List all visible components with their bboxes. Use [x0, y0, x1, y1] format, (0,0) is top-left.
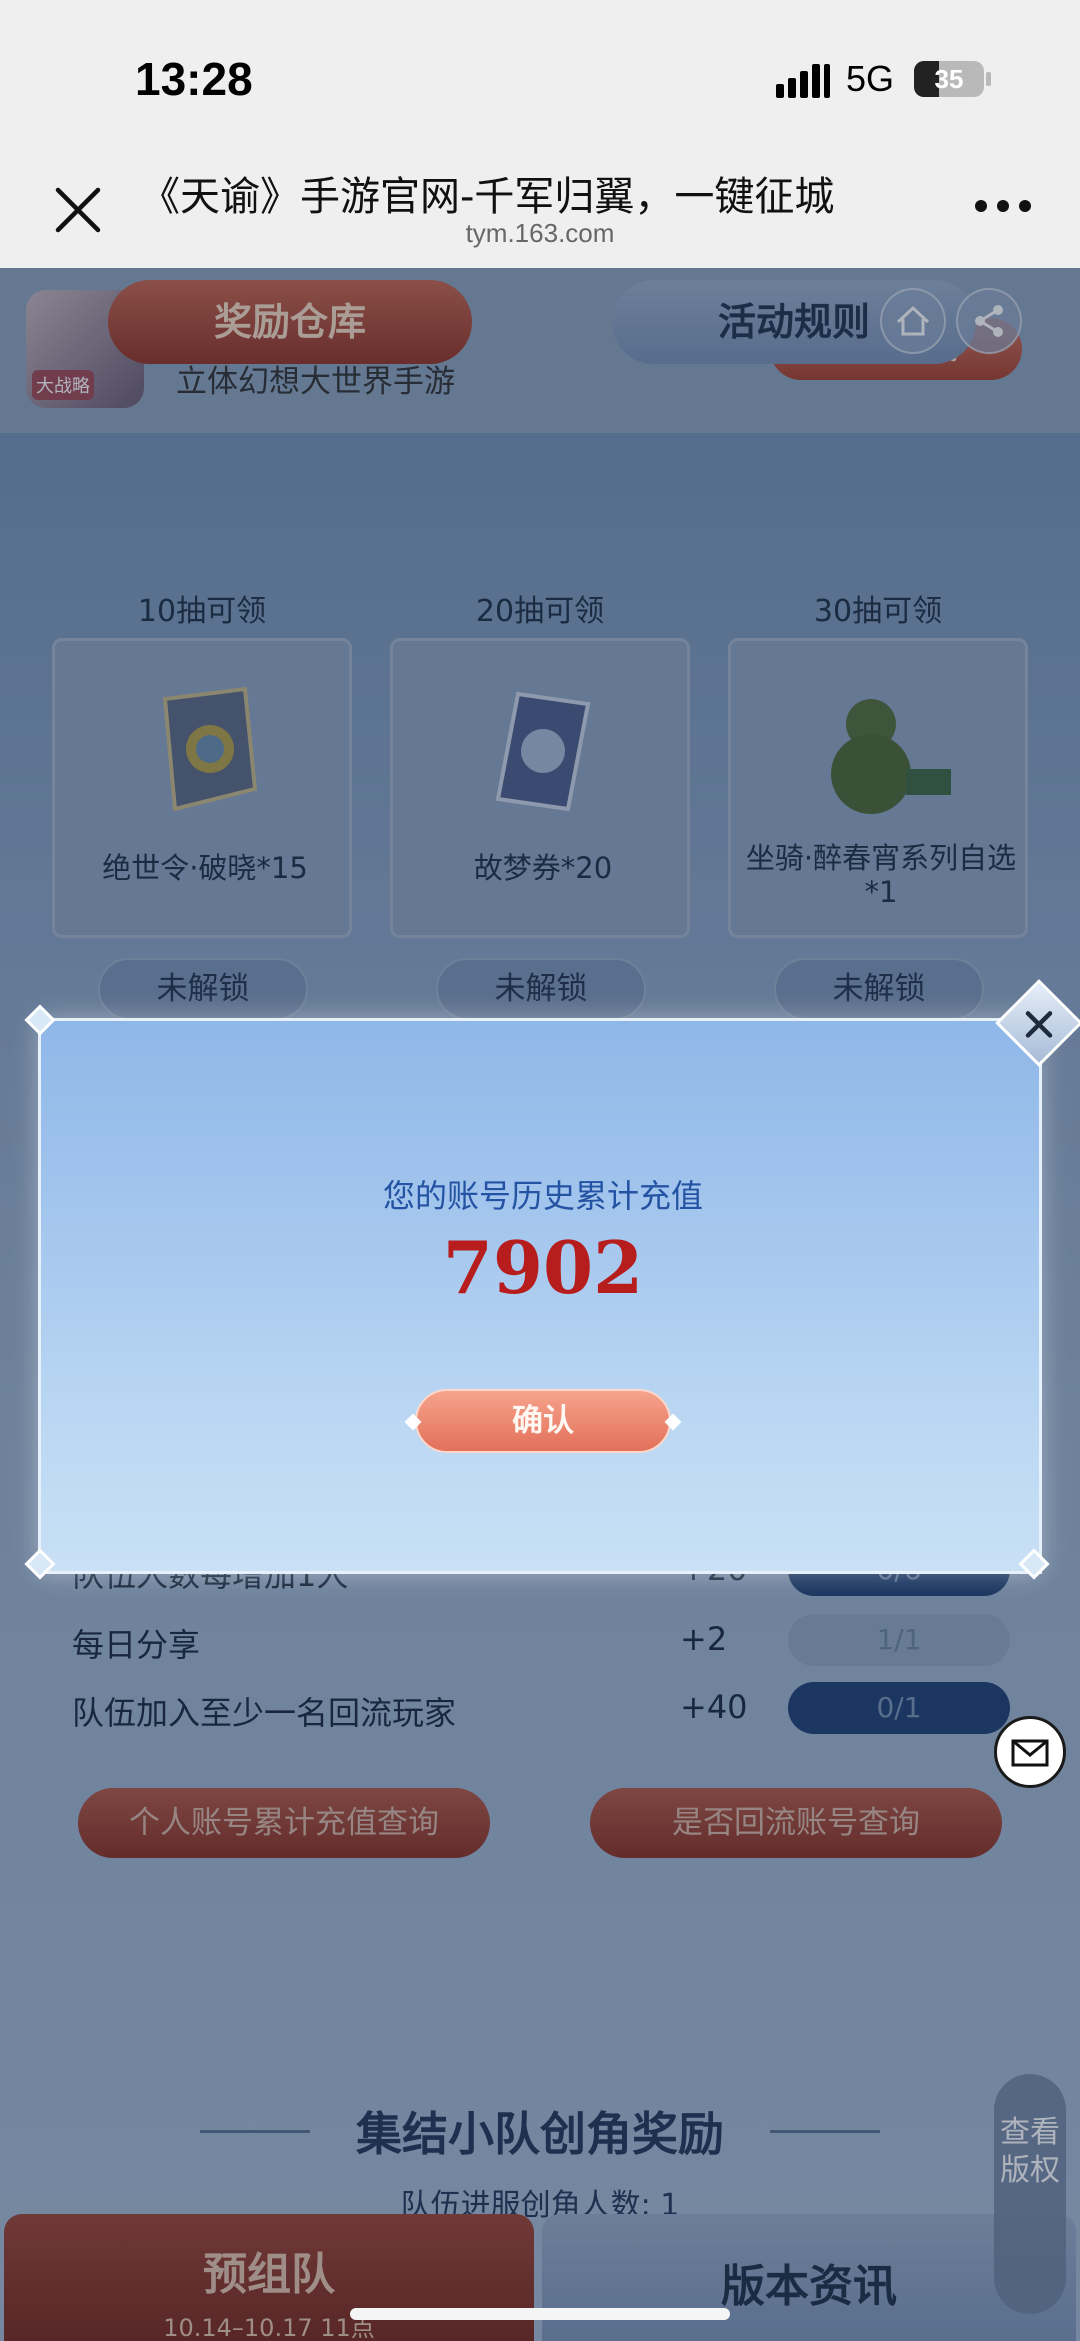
battery-level: 35 — [934, 64, 964, 94]
recharge-total-value: 7902 — [442, 1225, 644, 1310]
confirm-label: 确认 — [512, 1403, 574, 1439]
sparkle-icon — [664, 1413, 682, 1431]
signal-icon — [776, 62, 832, 98]
battery-icon: 35 — [914, 61, 984, 97]
browser-nav-bar: 《天谕》手游官网-千军归翼，一键征城 tym.163.com — [0, 150, 1080, 268]
more-icon[interactable] — [975, 200, 1033, 214]
status-bar: 13:28 5G 35 — [0, 0, 1080, 150]
confirm-button[interactable]: 确认 — [404, 1389, 682, 1453]
home-indicator[interactable] — [350, 2308, 730, 2320]
page-title: 《天谕》手游官网-千军归翼，一键征城 — [140, 174, 835, 220]
page-url: tym.163.com — [465, 218, 615, 248]
battery-tip — [986, 72, 991, 86]
mail-icon[interactable] — [994, 1716, 1066, 1788]
status-time: 13:28 — [135, 53, 253, 105]
recharge-modal: 您的账号历史累计充值 7902 确认 — [24, 1004, 1050, 1580]
modal-message: 您的账号历史累计充值 — [382, 1177, 703, 1215]
network-type: 5G — [846, 58, 895, 99]
sparkle-icon — [404, 1413, 422, 1431]
